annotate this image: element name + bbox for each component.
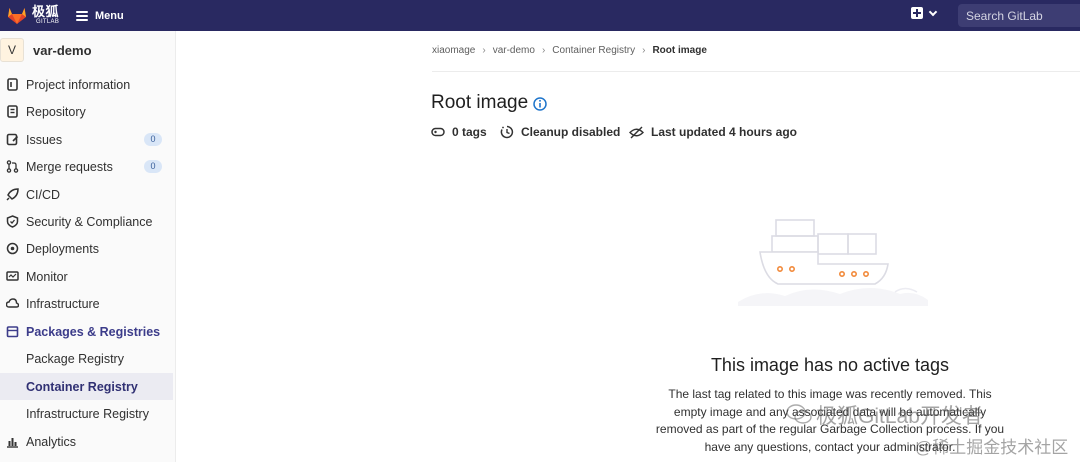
issues-icon [6,133,19,146]
eye-slash-icon [629,126,644,138]
empty-state-title: This image has no active tags [710,355,950,375]
breadcrumb-link-container-registry[interactable]: Container Registry [552,45,635,56]
merge-requests-count-badge: 0 [144,160,162,173]
breadcrumb-divider [432,71,1080,72]
sidebar-item-deployments[interactable]: Deployments [0,235,173,262]
doc-icon [7,105,18,118]
top-bar: 极狐 GITLAB Menu [0,0,1080,31]
sidebar-item-label: Merge requests [26,159,113,174]
watermark-line-1: 极狐GitLab开发者 [816,405,983,428]
breadcrumb-separator-icon: › [482,45,486,56]
breadcrumb-separator-icon: › [642,45,646,56]
sidebar-item-label: Repository [26,104,86,119]
info-doc-icon [7,78,18,91]
package-icon [6,326,19,338]
sidebar-item-packages-registries[interactable]: Packages & Registries [0,318,173,345]
sidebar-item-repository[interactable]: Repository [0,98,173,125]
issues-count-badge: 0 [144,133,162,146]
cleanup-status: Cleanup disabled [500,125,620,139]
empty-state-ship-illustration [738,219,928,306]
hamburger-icon [76,10,88,21]
breadcrumb: xiaomage › var-demo › Container Registry… [432,45,707,56]
sidebar-item-project-information[interactable]: Project information [0,71,173,98]
sidebar-item-label: Issues [26,132,63,147]
sidebar-item-monitor[interactable]: Monitor [0,263,173,290]
sidebar-item-label: Packages & Registries [26,324,161,339]
sidebar-item-package-registry[interactable]: Package Registry [0,345,173,372]
sidebar-item-label: Container Registry [26,379,138,394]
chevron-down-icon [928,7,938,16]
sidebar-item-security[interactable]: Security & Compliance [0,208,173,235]
sidebar-item-label: Deployments [26,241,99,256]
menu-button[interactable]: Menu [76,7,124,24]
merge-request-icon [6,160,19,173]
breadcrumb-current[interactable]: Root image [652,45,706,56]
brand-name[interactable]: 极狐 GITLAB [32,5,59,25]
gitlab-logo-icon[interactable] [6,5,28,25]
new-dropdown-button[interactable] [911,7,938,19]
breadcrumb-separator-icon: › [541,45,546,56]
rocket-icon [6,188,19,201]
last-updated-text: Last updated 4 hours ago [651,125,798,139]
breadcrumb-link-namespace[interactable]: xiaomage [432,45,475,56]
sidebar: V var-demo Project information Repositor… [0,31,176,462]
sidebar-item-label: Package Registry [26,351,124,366]
chart-icon [7,438,18,448]
sidebar-item-label: Infrastructure Registry [26,406,149,421]
shield-icon [6,215,19,228]
cloud-gear-icon [6,298,19,308]
page-title: Root image [431,92,529,113]
sidebar-item-analytics[interactable]: Analytics [0,428,173,455]
last-updated: Last updated 4 hours ago [629,125,797,139]
sidebar-item-label: Infrastructure [26,296,100,311]
sidebar-item-label: CI/CD [26,187,61,202]
menu-label: Menu [95,9,124,22]
sidebar-item-ci-cd[interactable]: CI/CD [0,181,173,208]
sidebar-item-infrastructure-registry[interactable]: Infrastructure Registry [0,400,173,427]
tags-count-text: 0 tags [452,125,487,139]
sidebar-item-infrastructure[interactable]: Infrastructure [0,290,173,317]
tag-icon [431,127,445,137]
tags-count: 0 tags [431,125,487,139]
sidebar-item-container-registry[interactable]: Container Registry [0,373,173,400]
brand-en: GITLAB [36,19,60,25]
sidebar-item-label: Analytics [26,434,77,449]
cleanup-status-text: Cleanup disabled [521,125,621,139]
sidebar-item-issues[interactable]: Issues 0 [0,126,173,153]
watermark-line-2: @稀土掘金技术社区 [915,438,1069,457]
deployments-icon [6,242,19,255]
plus-icon [911,7,923,19]
brand-cn: 极狐 [32,4,60,19]
sidebar-item-label: Security & Compliance [26,214,153,229]
sidebar-item-label: Project information [26,77,131,92]
sidebar-project-header[interactable]: V var-demo [0,31,176,69]
breadcrumb-link-project[interactable]: var-demo [493,45,535,56]
monitor-icon [6,271,19,281]
sidebar-item-label: Monitor [26,269,68,284]
wechat-watermark-icon [786,404,812,424]
sidebar-item-merge-requests[interactable]: Merge requests 0 [0,153,173,180]
avatar: V [0,38,24,62]
project-name: var-demo [33,43,92,58]
info-icon[interactable] [533,97,547,111]
search-input[interactable] [958,4,1080,27]
clock-icon [500,125,514,139]
